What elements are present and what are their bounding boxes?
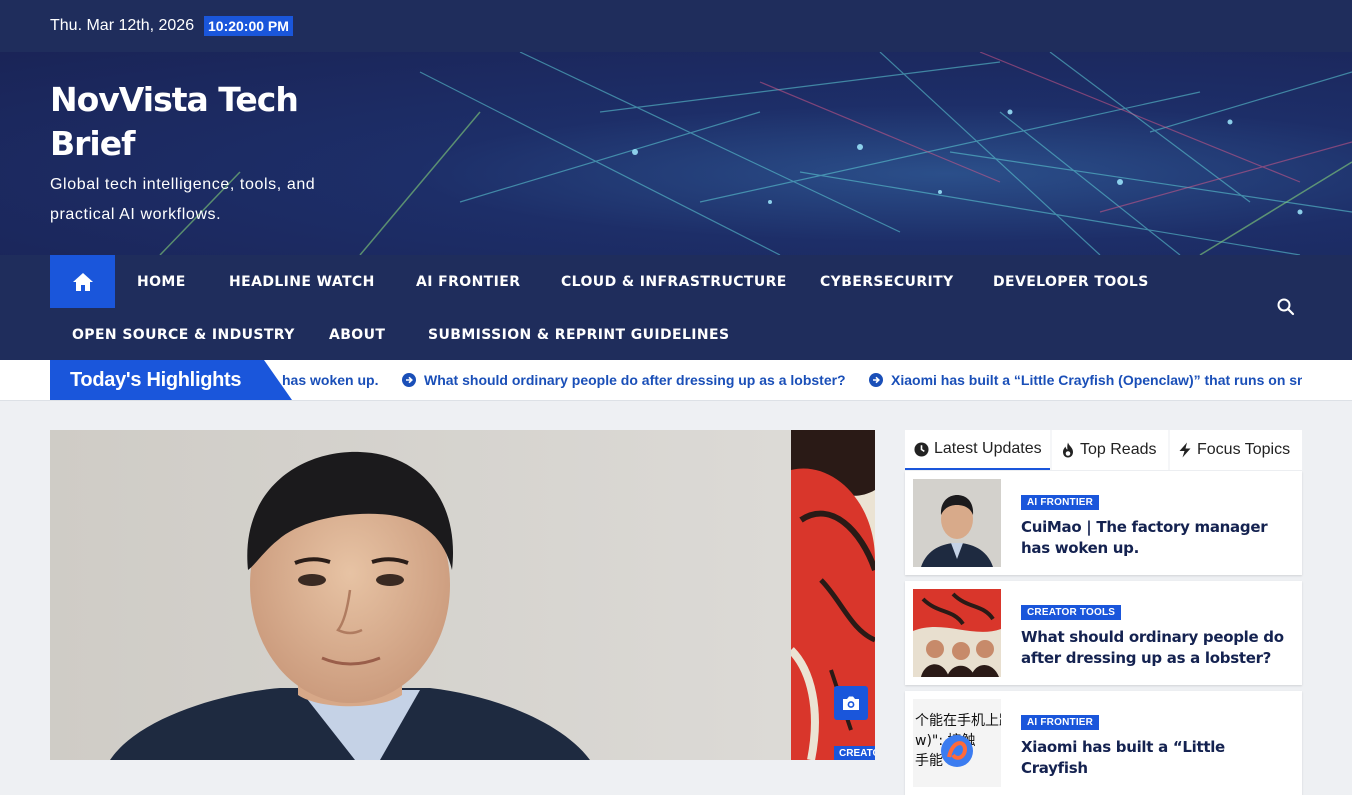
ticker-track: has woken up. What should ordinary peopl… [282,360,1302,400]
ticker-item[interactable]: What should ordinary people do after dre… [402,372,846,388]
ticker-item-text: Xiaomi has built a “Little Crayfish (Ope… [891,372,1302,388]
ticker-label: Today's Highlights [50,360,292,400]
nav-open-source-industry[interactable]: OPEN SOURCE & INDUSTRY [72,327,295,343]
sidebar-tabs: Latest Updates Top Reads Focus Topics [905,430,1302,470]
site-banner: NovVista Tech Brief Global tech intellig… [0,52,1352,255]
post-title[interactable]: What should ordinary people do after dre… [1021,627,1291,669]
post-title[interactable]: CuiMao | The factory manager has woken u… [1021,517,1291,559]
tab-top-reads[interactable]: Top Reads [1052,430,1168,470]
portrait-photo [50,430,791,760]
tab-label: Top Reads [1080,441,1157,458]
site-description: Global tech intelligence, tools, and pra… [50,176,316,223]
site-title[interactable]: NovVista Tech Brief [50,78,350,166]
ticker-item-text: What should ordinary people do after dre… [424,372,846,388]
current-time: 10:20:00 PM [204,16,293,36]
secondary-slide-category[interactable]: CREATOR TOOLS [834,746,875,760]
tab-latest-updates[interactable]: Latest Updates [905,430,1050,470]
highlights-ticker: Today's Highlights has woken up. What sh… [0,360,1352,401]
current-date: Thu. Mar 12th, 2026 [50,17,195,34]
featured-post-image[interactable] [50,430,791,760]
post-category[interactable]: AI FRONTIER [1021,715,1100,730]
lobster-poster-thumbnail [913,589,1001,677]
camera-icon [843,696,859,710]
sidebar-post[interactable]: 个能在手机上跑 w)": 接触 手能 AI FRONTIER Xiaomi ha… [905,691,1302,795]
camera-icon-button[interactable] [834,686,868,720]
top-bar: Thu. Mar 12th, 2026 10:20:00 PM [0,0,1352,52]
ticker-item[interactable]: Xiaomi has built a “Little Crayfish (Ope… [869,372,1302,388]
tab-focus-topics[interactable]: Focus Topics [1170,430,1302,470]
home-icon-button[interactable] [50,255,115,308]
post-title[interactable]: Xiaomi has built a “Little Crayfish [1021,737,1291,779]
ticker-item[interactable]: has woken up. [282,372,378,388]
sidebar-post[interactable]: CREATOR TOOLS What should ordinary peopl… [905,581,1302,685]
thumb-text-line: 个能在手机上跑 [915,713,1001,729]
circle-arrow-right-icon [402,373,416,387]
portrait-thumbnail [913,479,1001,567]
nav-developer-tools[interactable]: DEVELOPER TOOLS [993,274,1149,290]
post-category[interactable]: AI FRONTIER [1021,495,1100,510]
search-icon[interactable] [1276,297,1296,317]
app-screenshot-thumbnail: 个能在手机上跑 w)": 接触 手能 [913,699,1001,787]
main-navigation: HOME HEADLINE WATCH AI FRONTIER CLOUD & … [0,255,1352,360]
tab-label: Latest Updates [934,440,1042,457]
post-category[interactable]: CREATOR TOOLS [1021,605,1122,620]
ticker-item-text: has woken up. [282,372,379,388]
nav-headline-watch[interactable]: HEADLINE WATCH [229,274,375,290]
nav-ai-frontier[interactable]: AI FRONTIER [416,274,520,290]
fire-icon [1063,442,1073,458]
thumb-text-line: 手能 [915,753,943,769]
tab-label: Focus Topics [1197,441,1291,458]
nav-submission-guidelines[interactable]: SUBMISSION & REPRINT GUIDELINES [428,327,729,343]
circle-arrow-right-icon [869,373,883,387]
bolt-icon [1179,442,1191,458]
secondary-slide-image[interactable]: CREATOR TOOLS [791,430,875,760]
post-thumbnail[interactable] [913,589,1001,677]
nav-cloud-infrastructure[interactable]: CLOUD & INFRASTRUCTURE [561,274,787,290]
home-icon [72,272,93,291]
clock-icon [914,441,929,457]
post-thumbnail[interactable] [913,479,1001,567]
nav-home[interactable]: HOME [137,274,186,290]
nav-cybersecurity[interactable]: CYBERSECURITY [820,274,954,290]
sidebar-post[interactable]: AI FRONTIER CuiMao | The factory manager… [905,471,1302,575]
nav-about[interactable]: ABOUT [329,327,385,343]
post-thumbnail[interactable]: 个能在手机上跑 w)": 接触 手能 [913,699,1001,787]
